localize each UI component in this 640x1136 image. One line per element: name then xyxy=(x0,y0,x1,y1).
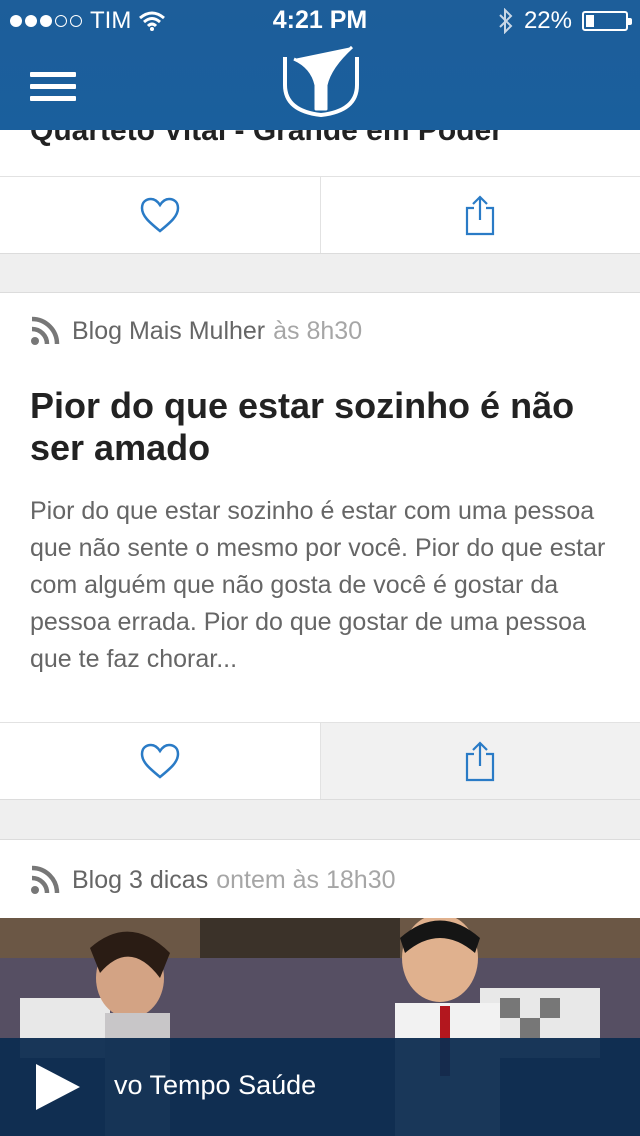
bluetooth-icon xyxy=(499,8,513,34)
audio-player: vo Tempo Saúde xyxy=(0,1038,640,1136)
post-time: às 8h30 xyxy=(273,316,363,345)
heart-icon xyxy=(140,743,180,779)
heart-icon xyxy=(140,197,180,233)
app-logo[interactable] xyxy=(282,45,360,117)
post-actions xyxy=(0,722,640,800)
player-title[interactable]: vo Tempo Saúde xyxy=(114,1070,316,1101)
share-icon xyxy=(466,195,495,236)
post-source: Blog 3 dicas ontem às 18h30 xyxy=(30,865,396,895)
menu-button[interactable] xyxy=(30,72,76,104)
battery-icon xyxy=(582,11,632,31)
status-bar: TIM 4:21 PM 22% xyxy=(0,0,640,40)
battery-percent: 22% xyxy=(523,7,572,34)
post-time: ontem às 18h30 xyxy=(216,865,396,894)
rss-icon xyxy=(31,316,60,345)
source-name[interactable]: Blog Mais Mulher xyxy=(72,317,265,346)
previous-post-actions xyxy=(0,176,640,254)
app-header: TIM 4:21 PM 22% xyxy=(0,0,640,130)
share-button[interactable] xyxy=(319,723,640,799)
post-source: Blog Mais Mulher às 8h30 xyxy=(30,316,362,346)
play-icon[interactable] xyxy=(34,1062,84,1112)
share-button[interactable] xyxy=(319,177,640,253)
like-button[interactable] xyxy=(0,177,320,253)
source-name[interactable]: Blog 3 dicas xyxy=(72,866,208,895)
share-icon xyxy=(466,741,495,782)
rss-icon xyxy=(31,865,60,894)
battery-level xyxy=(586,15,594,27)
like-button[interactable] xyxy=(0,723,320,799)
post-excerpt: Pior do que estar sozinho é estar com um… xyxy=(30,497,606,673)
post-title[interactable]: Pior do que estar sozinho é não ser amad… xyxy=(30,385,610,469)
